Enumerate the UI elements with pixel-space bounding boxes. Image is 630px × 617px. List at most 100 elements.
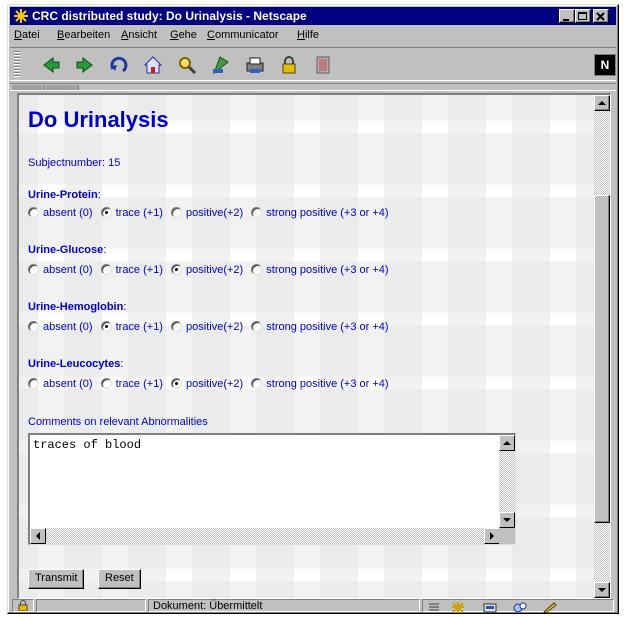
textarea-scroll-up-button[interactable] <box>499 435 515 451</box>
comments-textarea[interactable]: traces of blood <box>28 433 516 545</box>
radio-hemoglobin-positive[interactable] <box>171 321 183 332</box>
radio-hemoglobin-absent[interactable] <box>28 321 39 332</box>
scroll-up-icon <box>598 101 606 105</box>
radio-leucocytes-absent[interactable] <box>28 378 39 389</box>
back-icon[interactable] <box>40 54 62 76</box>
guide-icon[interactable] <box>210 54 232 76</box>
page-body: Do Urinalysis Subjectnumber: 15 Urine-Pr… <box>19 95 594 598</box>
option-label: trace (+1) <box>115 264 163 276</box>
component-bar <box>422 599 614 613</box>
field-label-glucose: Urine-Glucose: <box>28 244 107 256</box>
radio-leucocytes-trace[interactable] <box>100 378 112 389</box>
content-area: Do Urinalysis Subjectnumber: 15 Urine-Pr… <box>17 93 611 599</box>
radio-group-hemoglobin: absent (0) trace (+1) positive(+2) stron… <box>28 321 394 333</box>
close-icon <box>596 12 605 21</box>
title-bar[interactable]: CRC distributed study: Do Urinalysis - N… <box>10 7 616 25</box>
browser-window: CRC distributed study: Do Urinalysis - N… <box>7 4 619 614</box>
option-label: strong positive (+3 or +4) <box>266 321 389 333</box>
option-label: absent (0) <box>43 264 93 276</box>
radio-protein-positive[interactable] <box>171 207 183 218</box>
reset-button[interactable]: Reset <box>98 569 141 589</box>
textarea-resize-corner <box>499 528 515 544</box>
maximize-button[interactable] <box>575 9 591 23</box>
subject-value: 15 <box>108 157 121 169</box>
netscape-app-icon <box>14 9 28 23</box>
menu-gehe[interactable]: Gehe <box>170 29 197 41</box>
scroll-up-icon <box>503 441 511 445</box>
page-vertical-scrollbar[interactable] <box>594 95 610 598</box>
print-icon[interactable] <box>244 54 266 76</box>
radio-protein-trace[interactable] <box>100 207 112 218</box>
menu-accel: G <box>170 29 179 41</box>
menu-bearbeiten[interactable]: Bearbeiten <box>57 29 110 41</box>
radio-hemoglobin-trace[interactable] <box>100 321 112 332</box>
radio-glucose-trace[interactable] <box>100 264 112 275</box>
menu-bar: Datei Bearbeiten Ansicht Gehe Communicat… <box>10 26 616 44</box>
status-text: Dokument: Übermittelt <box>153 600 263 612</box>
textarea-scroll-down-button[interactable] <box>499 512 515 528</box>
composer-icon[interactable] <box>543 602 557 613</box>
menu-label: earbeiten <box>64 29 111 41</box>
reload-icon[interactable] <box>108 54 130 76</box>
menu-label: atei <box>21 29 40 41</box>
security-status-cell[interactable] <box>12 599 34 612</box>
menu-accel: D <box>14 29 22 41</box>
scroll-up-button[interactable] <box>594 95 610 111</box>
radio-protein-strong[interactable] <box>251 207 263 218</box>
netscape-logo[interactable]: N <box>594 54 616 76</box>
option-label: strong positive (+3 or +4) <box>266 264 389 276</box>
scroll-down-button[interactable] <box>594 582 610 598</box>
textarea-horizontal-scrollbar[interactable] <box>30 528 500 544</box>
menu-communicator[interactable]: Communicator <box>207 29 279 41</box>
search-icon[interactable] <box>176 54 198 76</box>
field-label-text: Urine-Protein <box>28 189 98 201</box>
radio-glucose-strong[interactable] <box>251 264 263 275</box>
toolbar-tab[interactable] <box>46 85 79 90</box>
field-label-protein: Urine-Protein: <box>28 189 101 201</box>
navigator-icon[interactable] <box>451 602 465 613</box>
scroll-right-icon <box>490 532 494 540</box>
mail-icon[interactable] <box>483 602 497 613</box>
textarea-vertical-scrollbar[interactable] <box>499 435 515 528</box>
menu-accel: H <box>297 29 305 41</box>
stop-icon[interactable] <box>312 54 334 76</box>
toolbar-grip[interactable] <box>14 51 20 77</box>
scroll-down-icon <box>598 588 606 592</box>
security-icon[interactable] <box>278 54 300 76</box>
option-label: trace (+1) <box>115 378 163 390</box>
radio-group-glucose: absent (0) trace (+1) positive(+2) stron… <box>28 264 394 276</box>
textarea-scroll-left-button[interactable] <box>30 528 46 544</box>
status-text-cell: Dokument: Übermittelt <box>148 599 420 612</box>
radio-group-protein: absent (0) trace (+1) positive(+2) stron… <box>28 207 394 219</box>
navigation-toolbar: N <box>10 47 616 81</box>
status-bar: Dokument: Übermittelt <box>10 598 616 613</box>
radio-protein-absent[interactable] <box>28 207 39 218</box>
minimize-button[interactable] <box>559 9 575 23</box>
transmit-button[interactable]: Transmit <box>28 569 85 589</box>
menu-datei[interactable]: Datei <box>14 29 40 41</box>
option-label: absent (0) <box>43 207 93 219</box>
radio-hemoglobin-strong[interactable] <box>251 321 263 332</box>
radio-leucocytes-positive[interactable] <box>171 378 183 389</box>
scroll-left-icon <box>36 532 40 540</box>
radio-glucose-absent[interactable] <box>28 264 39 275</box>
menu-label: ommunicator <box>214 29 279 41</box>
field-label-text: Urine-Glucose <box>28 244 104 256</box>
menu-ansicht[interactable]: Ansicht <box>121 29 157 41</box>
minimize-icon <box>563 19 569 21</box>
menu-label: ehe <box>178 29 197 41</box>
window-title: CRC distributed study: Do Urinalysis - N… <box>32 9 307 23</box>
radio-glucose-positive[interactable] <box>171 264 183 275</box>
radio-leucocytes-strong[interactable] <box>251 378 263 389</box>
newsgroups-icon[interactable] <box>513 602 527 613</box>
forward-icon[interactable] <box>74 54 96 76</box>
toolbar-tab[interactable] <box>12 85 45 90</box>
close-button[interactable] <box>593 9 609 23</box>
textarea-scroll-right-button[interactable] <box>484 528 500 544</box>
collapsed-toolbar-tabs <box>10 83 616 91</box>
comments-value[interactable]: traces of blood <box>33 438 141 452</box>
menu-hilfe[interactable]: Hilfe <box>297 29 319 41</box>
scroll-thumb[interactable] <box>594 195 610 523</box>
option-label: positive(+2) <box>186 207 244 219</box>
home-icon[interactable] <box>142 54 164 76</box>
